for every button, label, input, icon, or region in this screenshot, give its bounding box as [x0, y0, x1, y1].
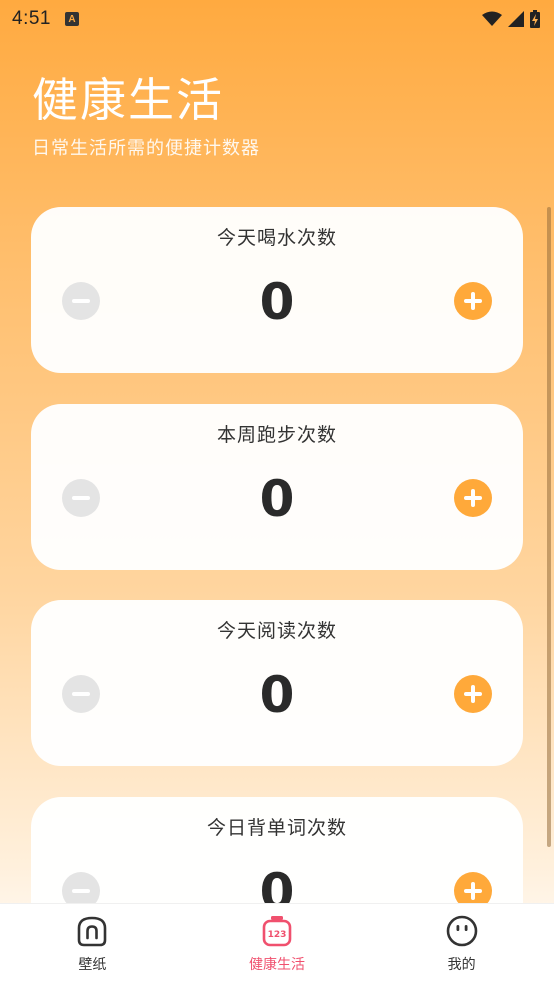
status-right — [482, 10, 540, 28]
counter-card-running: 本周跑步次数 0 — [31, 404, 523, 570]
counter-label: 本周跑步次数 — [216, 424, 337, 446]
nav-label: 壁纸 — [78, 957, 107, 973]
nav-label: 我的 — [447, 957, 476, 973]
page-subtitle: 日常生活所需的便捷计数器 — [32, 138, 260, 159]
increment-button[interactable] — [454, 282, 492, 320]
increment-button[interactable] — [454, 479, 492, 517]
increment-button[interactable] — [454, 675, 492, 713]
counter-value: 0 — [259, 273, 295, 331]
plus-icon-vertical — [471, 882, 475, 900]
status-bar: 4:51 A — [0, 0, 554, 38]
page-title: 健康生活 — [32, 73, 224, 127]
cell-signal-icon — [508, 11, 524, 27]
counter-label: 今天阅读次数 — [216, 620, 337, 642]
header: 健康生活 日常生活所需的便捷计数器 — [32, 72, 260, 160]
scrollbar[interactable] — [547, 207, 551, 847]
profile-face-icon — [445, 914, 479, 948]
bottom-nav: 壁纸 123 健康生活 我的 — [0, 903, 554, 984]
counter-label: 今日背单词次数 — [206, 817, 347, 839]
counter-label: 今天喝水次数 — [216, 227, 337, 249]
status-left: 4:51 A — [12, 8, 79, 30]
status-time: 4:51 — [12, 8, 51, 29]
plus-icon-vertical — [471, 292, 475, 310]
nav-item-wallpaper[interactable]: 壁纸 — [0, 904, 185, 984]
battery-charging-icon — [530, 10, 540, 28]
wallpaper-icon — [75, 914, 109, 948]
nav-item-profile[interactable]: 我的 — [369, 904, 554, 984]
counter-123-icon: 123 — [260, 914, 294, 948]
counter-value: 0 — [259, 666, 295, 724]
nav-item-health[interactable]: 123 健康生活 — [185, 904, 370, 984]
plus-icon-vertical — [471, 685, 475, 703]
counter-card-water: 今天喝水次数 0 — [31, 207, 523, 373]
wifi-icon — [482, 11, 502, 26]
svg-text:123: 123 — [268, 930, 287, 940]
counter-card-reading: 今天阅读次数 0 — [31, 600, 523, 766]
notification-app-icon: A — [64, 12, 79, 26]
nav-label: 健康生活 — [249, 957, 305, 973]
counter-value: 0 — [259, 470, 295, 528]
plus-icon-vertical — [471, 489, 475, 507]
